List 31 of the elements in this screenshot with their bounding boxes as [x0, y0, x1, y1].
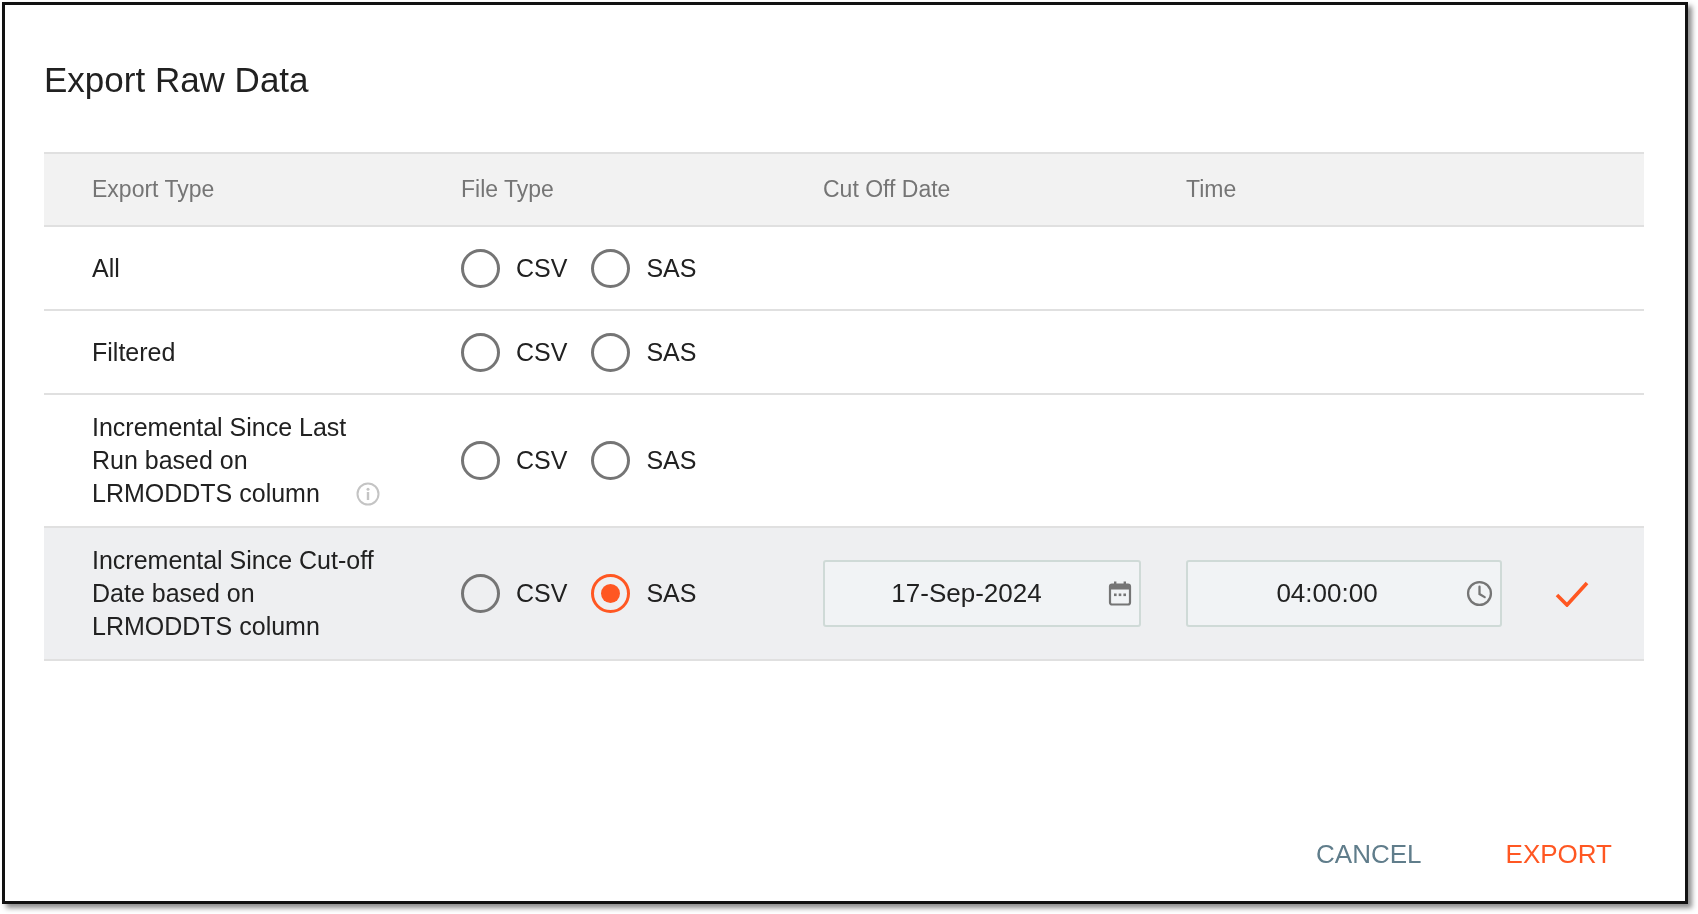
- radio-button[interactable]: [591, 574, 631, 613]
- check-icon[interactable]: [1555, 580, 1589, 607]
- radio-label: SAS: [646, 337, 697, 367]
- column-header: Export Type: [92, 176, 215, 203]
- radio-button[interactable]: [591, 332, 631, 372]
- radio-label: CSV: [516, 579, 568, 608]
- column-header: File Type: [461, 176, 554, 203]
- radio-button[interactable]: [461, 248, 500, 288]
- clock-icon[interactable]: [1466, 580, 1493, 607]
- export-type-label: Filtered: [92, 336, 177, 368]
- radio-button[interactable]: [461, 574, 500, 613]
- export-type-label: Incremental Since Last Run based on LRMODDTS column: [92, 412, 348, 509]
- dialog-title: Export Raw Data: [44, 60, 309, 100]
- date-field[interactable]: 17-Sep-2024: [823, 560, 1141, 627]
- cancel-button[interactable]: CANCEL: [1298, 829, 1440, 880]
- radio-button[interactable]: [591, 248, 631, 288]
- radio-label: SAS: [646, 446, 697, 475]
- radio-button[interactable]: [461, 441, 500, 480]
- column-header: Cut Off Date: [823, 176, 951, 203]
- radio-label: CSV: [516, 446, 568, 475]
- export-type-label: All: [92, 252, 121, 284]
- radio-label: CSV: [516, 253, 568, 283]
- radio-label: SAS: [646, 253, 697, 283]
- radio-button[interactable]: [461, 332, 500, 372]
- time-field[interactable]: 04:00:00: [1186, 560, 1502, 627]
- export-type-label: Incremental Since Cut-off Date based on LRMODDTS column: [92, 545, 375, 642]
- radio-label: CSV: [516, 337, 568, 367]
- radio-label: SAS: [646, 579, 697, 608]
- calendar-icon[interactable]: [1108, 580, 1132, 607]
- column-header: Time: [1186, 176, 1237, 203]
- radio-button[interactable]: [591, 441, 631, 480]
